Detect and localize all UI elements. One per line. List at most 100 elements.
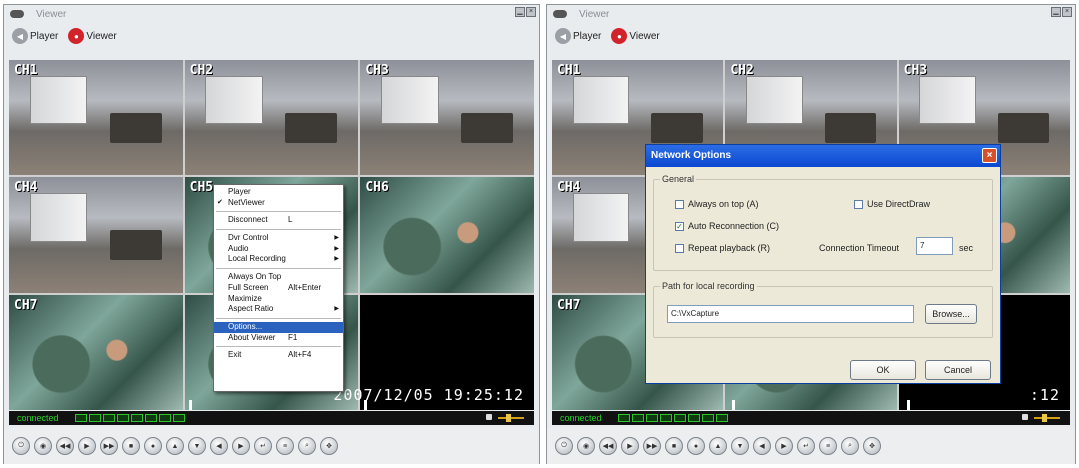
channel-button[interactable] xyxy=(701,414,714,422)
menu-item-shortcut: L xyxy=(288,215,293,225)
rewind-icon[interactable]: ◀◀ xyxy=(56,437,74,455)
volume-slider[interactable] xyxy=(1022,414,1060,422)
close-icon[interactable]: × xyxy=(1062,7,1072,17)
channel-button[interactable] xyxy=(102,414,115,422)
rewind-icon[interactable]: ◀◀ xyxy=(599,437,617,455)
arrow-right-icon[interactable]: ▶ xyxy=(775,437,793,455)
minimize-icon[interactable]: ▁ xyxy=(515,7,525,17)
volume-slider[interactable] xyxy=(486,414,524,422)
use-directdraw-box[interactable] xyxy=(854,199,863,209)
fast-forward-icon[interactable]: ▶▶ xyxy=(100,437,118,455)
path-input[interactable]: C:\VxCapture xyxy=(667,305,914,323)
cancel-button[interactable]: Cancel xyxy=(925,360,991,380)
zoom-icon[interactable]: ⌕ xyxy=(298,437,316,455)
dialog-title: Network Options xyxy=(651,150,732,161)
channel-button[interactable] xyxy=(74,414,87,422)
connection-timeout-label: Connection Timeout xyxy=(819,243,900,253)
volume-knob[interactable] xyxy=(1042,414,1047,422)
channel-button[interactable] xyxy=(130,414,143,422)
menu-item-exit[interactable]: Exit Alt+F4 xyxy=(214,350,343,361)
channel-button[interactable] xyxy=(172,414,185,422)
viewer-mode-button[interactable]: ● Viewer xyxy=(68,28,117,44)
enter-icon[interactable]: ↵ xyxy=(254,437,272,455)
play-pause-icon[interactable]: ▶ xyxy=(621,437,639,455)
channel-button[interactable] xyxy=(715,414,728,422)
channel-tile[interactable]: CH2 xyxy=(184,60,359,176)
volume-track xyxy=(1034,417,1060,419)
menu-item-dvr-control[interactable]: Dvr Control ▶ xyxy=(214,233,343,244)
ptz-icon[interactable]: ✥ xyxy=(863,437,881,455)
dialog-close-icon[interactable]: × xyxy=(982,148,997,163)
menu-item-player[interactable]: Player xyxy=(214,187,343,198)
browse-button[interactable]: Browse... xyxy=(925,304,977,324)
channel-button[interactable] xyxy=(659,414,672,422)
auto-reconnection-checkbox[interactable]: ✓ Auto Reconnection (C) xyxy=(675,221,779,231)
arrow-left-icon[interactable]: ◀ xyxy=(210,437,228,455)
channel-tile[interactable]: CH7 xyxy=(9,294,183,410)
power-icon[interactable]: ⏻ xyxy=(555,437,573,455)
menu-item-always-on-top[interactable]: Always On Top xyxy=(214,272,343,283)
always-on-top-box[interactable] xyxy=(675,199,684,209)
arrow-up-icon[interactable]: ▲ xyxy=(166,437,184,455)
player-mode-button[interactable]: ◀ Player xyxy=(12,28,58,44)
channel-button[interactable] xyxy=(116,414,129,422)
repeat-playback-box[interactable] xyxy=(675,243,684,253)
always-on-top-checkbox[interactable]: Always on top (A) xyxy=(675,199,759,209)
channel-button[interactable] xyxy=(144,414,157,422)
minimize-icon[interactable]: ▁ xyxy=(1051,7,1061,17)
channel-label: CH2 xyxy=(189,63,214,78)
menu-icon[interactable]: ≡ xyxy=(276,437,294,455)
menu-item-local-recording[interactable]: Local Recording ▶ xyxy=(214,254,343,265)
stop-icon[interactable]: ■ xyxy=(122,437,140,455)
general-group-title: General xyxy=(660,174,697,184)
fast-forward-icon[interactable]: ▶▶ xyxy=(643,437,661,455)
menu-item-audio[interactable]: Audio ▶ xyxy=(214,244,343,255)
camera-icon[interactable]: ◉ xyxy=(577,437,595,455)
zoom-icon[interactable]: ⌕ xyxy=(841,437,859,455)
channel-tile[interactable]: CH3 xyxy=(360,60,534,176)
channel-tile[interactable]: CH4 xyxy=(9,177,183,293)
record-icon[interactable]: ● xyxy=(687,437,705,455)
channel-button[interactable] xyxy=(631,414,644,422)
auto-reconnection-box[interactable]: ✓ xyxy=(675,221,684,231)
volume-knob[interactable] xyxy=(506,414,511,422)
record-icon[interactable]: ● xyxy=(144,437,162,455)
channel-button[interactable] xyxy=(158,414,171,422)
menu-item-full-screen[interactable]: Full Screen Alt+Enter xyxy=(214,283,343,294)
use-directdraw-checkbox[interactable]: Use DirectDraw xyxy=(854,199,930,209)
arrow-up-icon[interactable]: ▲ xyxy=(709,437,727,455)
arrow-down-icon[interactable]: ▼ xyxy=(731,437,749,455)
channel-tile[interactable]: CH6 xyxy=(360,177,534,293)
repeat-playback-checkbox[interactable]: Repeat playback (R) xyxy=(675,243,770,253)
enter-icon[interactable]: ↵ xyxy=(797,437,815,455)
power-icon[interactable]: ⏻ xyxy=(12,437,30,455)
connection-timeout-input[interactable]: 7 xyxy=(916,237,953,255)
arrow-right-icon[interactable]: ▶ xyxy=(232,437,250,455)
submenu-arrow-icon: ▶ xyxy=(334,256,339,263)
channel-button[interactable] xyxy=(673,414,686,422)
player-mode-button[interactable]: ◀ Player xyxy=(555,28,601,44)
menu-item-aspect-ratio[interactable]: Aspect Ratio ▶ xyxy=(214,304,343,315)
menu-item-about[interactable]: About Viewer F1 xyxy=(214,333,343,344)
stop-icon[interactable]: ■ xyxy=(665,437,683,455)
window-title: Viewer xyxy=(579,8,610,20)
arrow-left-icon[interactable]: ◀ xyxy=(753,437,771,455)
channel-button[interactable] xyxy=(687,414,700,422)
channel-button[interactable] xyxy=(617,414,630,422)
close-icon[interactable]: × xyxy=(526,7,536,17)
camera-icon[interactable]: ◉ xyxy=(34,437,52,455)
menu-icon[interactable]: ≡ xyxy=(819,437,837,455)
menu-item-disconnect[interactable]: Disconnect L xyxy=(214,215,343,226)
arrow-down-icon[interactable]: ▼ xyxy=(188,437,206,455)
channel-button[interactable] xyxy=(88,414,101,422)
play-pause-icon[interactable]: ▶ xyxy=(78,437,96,455)
channel-button[interactable] xyxy=(645,414,658,422)
ptz-icon[interactable]: ✥ xyxy=(320,437,338,455)
menu-item-netviewer[interactable]: NetViewer xyxy=(214,198,343,209)
ok-button[interactable]: OK xyxy=(850,360,916,380)
channel-tile[interactable]: CH1 xyxy=(9,60,183,176)
menu-item-options[interactable]: Options... xyxy=(214,321,343,333)
menu-item-maximize[interactable]: Maximize xyxy=(214,294,343,305)
viewer-mode-button[interactable]: ● Viewer xyxy=(611,28,660,44)
viewer-label: Viewer xyxy=(629,30,660,42)
